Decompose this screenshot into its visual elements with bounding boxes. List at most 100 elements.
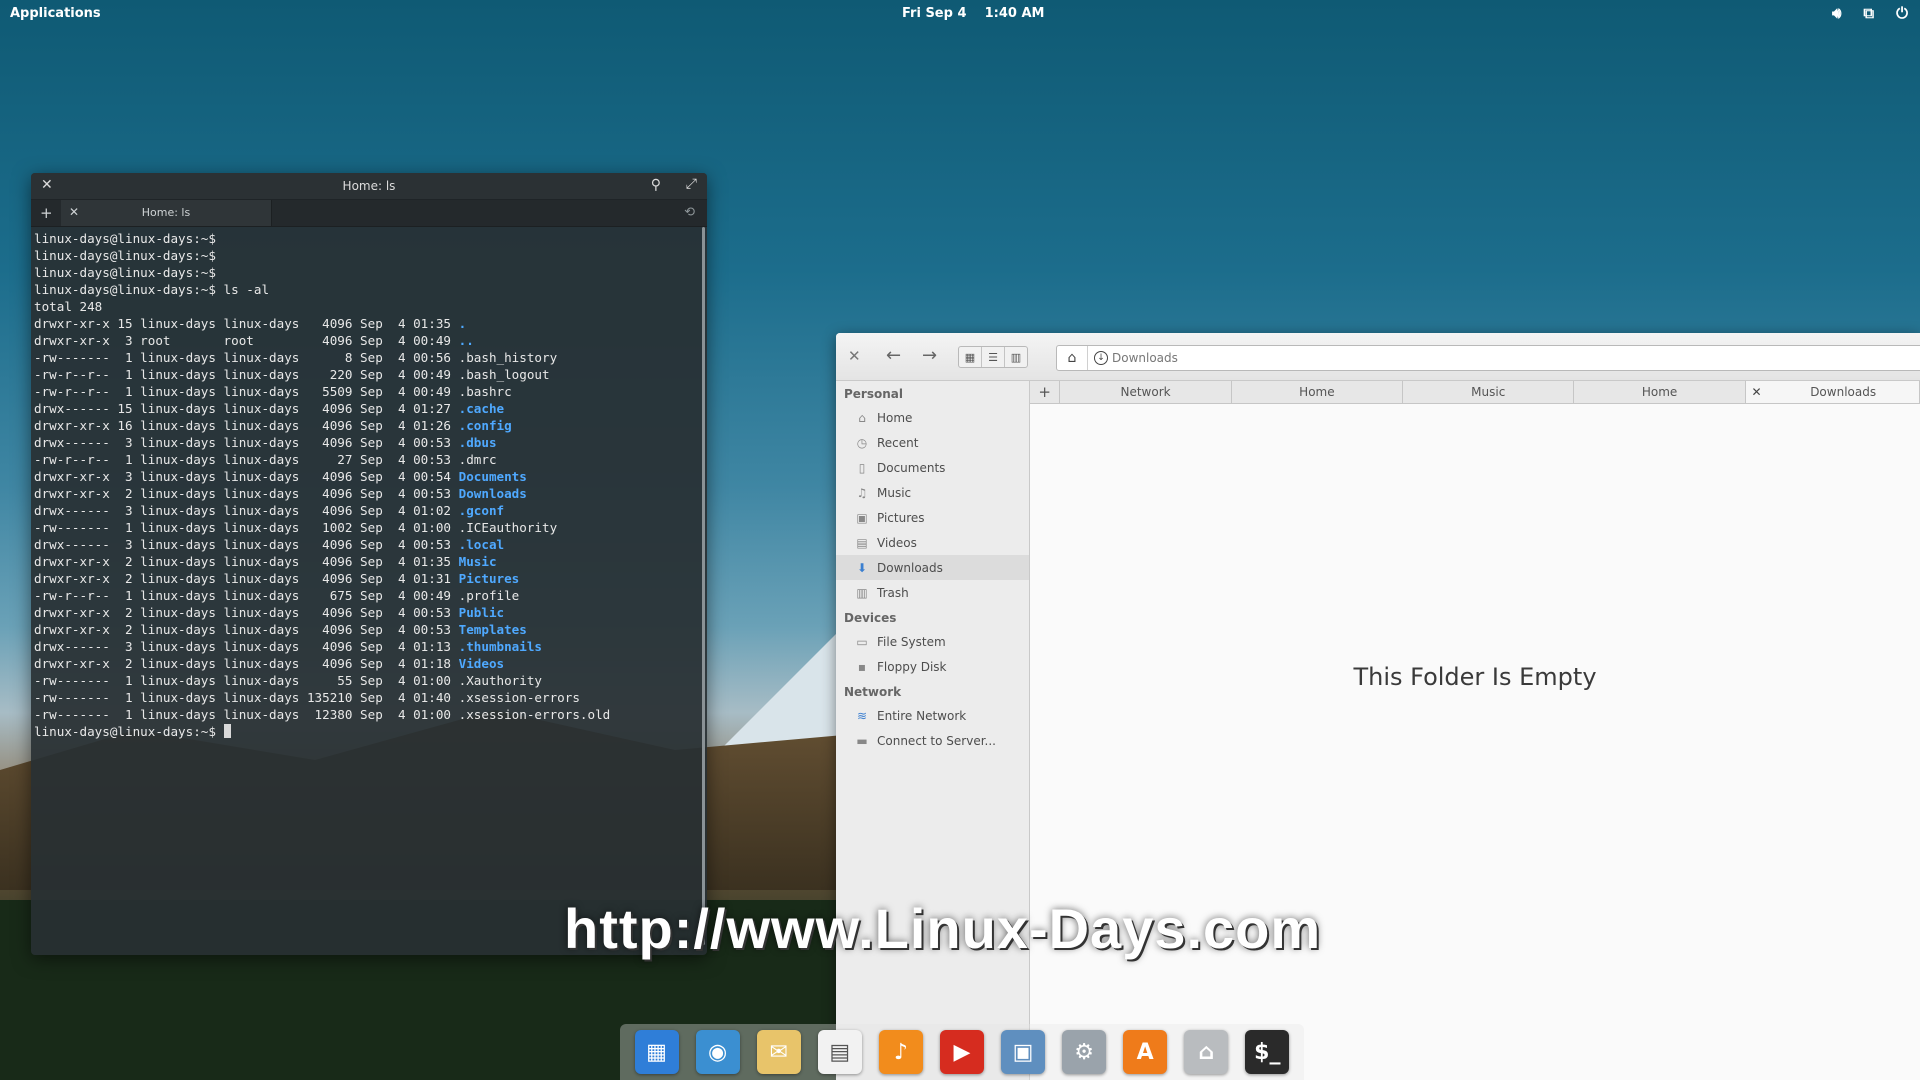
terminal-line: drwx------ 15 linux-days linux-days 4096… xyxy=(34,400,704,417)
sidebar-item-label: Recent xyxy=(877,435,919,450)
view-mode-buttons: ▦ ☰ ▥ xyxy=(958,346,1028,368)
terminal-line: drwxr-xr-x 2 linux-days linux-days 4096 … xyxy=(34,570,704,587)
file-entry-name: .xsession-errors xyxy=(458,690,580,705)
sidebar-item-floppy-disk[interactable]: ▪ Floppy Disk xyxy=(836,654,1029,679)
file-manager-window: ✕ ← → ▦ ☰ ▥ ⌂ ↓ Downloads Personal ⌂ Home… xyxy=(836,333,1920,1080)
sidebar-item-trash[interactable]: ▥ Trash xyxy=(836,580,1029,605)
sidebar-item-recent[interactable]: ◷ Recent xyxy=(836,430,1029,455)
calendar-icon[interactable]: ▤ xyxy=(817,1030,862,1074)
terminal-output[interactable]: linux-days@linux-days:~$ linux-days@linu… xyxy=(31,227,707,743)
sidebar-item-downloads[interactable]: ⬇ Downloads xyxy=(836,555,1029,580)
tab-music[interactable]: Music xyxy=(1403,381,1575,403)
sidebar-item-entire-network[interactable]: ≋ Entire Network xyxy=(836,703,1029,728)
multitasking-view-icon[interactable]: ▦ xyxy=(634,1030,679,1074)
terminal-line-text: drwx------ 3 linux-days linux-days 4096 … xyxy=(34,503,459,518)
network-icon[interactable]: ⧉ xyxy=(1863,4,1874,22)
new-tab-icon[interactable]: + xyxy=(40,204,53,222)
terminal-line-text: -rw------- 1 linux-days linux-days 8 Sep… xyxy=(34,350,459,365)
search-icon[interactable]: ⚲ xyxy=(651,177,661,193)
sidebar-section-network: Network xyxy=(844,685,902,699)
tab-network[interactable]: Network xyxy=(1060,381,1232,403)
sidebar-item-music[interactable]: ♫ Music xyxy=(836,480,1029,505)
trash-icon: ▥ xyxy=(856,585,868,600)
sidebar-item-pictures[interactable]: ▣ Pictures xyxy=(836,505,1029,530)
file-entry-name: .local xyxy=(458,537,505,552)
file-entry-name: . xyxy=(458,316,467,331)
text-cursor xyxy=(223,724,231,738)
terminal-line: drwxr-xr-x 15 linux-days linux-days 4096… xyxy=(34,315,704,332)
terminal-line: linux-days@linux-days:~$ xyxy=(34,247,704,264)
close-icon[interactable]: ✕ xyxy=(848,347,861,365)
terminal-line-text: total 248 xyxy=(34,299,103,314)
wifi-icon: ≋ xyxy=(856,708,868,723)
tab-downloads[interactable]: Downloads xyxy=(1767,381,1920,403)
sidebar-item-documents[interactable]: ▯ Documents xyxy=(836,455,1029,480)
path-segment-downloads[interactable]: ↓ Downloads xyxy=(1094,351,1178,365)
sidebar-item-label: Trash xyxy=(877,585,909,600)
terminal-line-text: drwx------ 15 linux-days linux-days 4096… xyxy=(34,401,459,416)
file-entry-name: .profile xyxy=(458,588,520,603)
sidebar-item-label: Home xyxy=(877,410,913,425)
tab-label: Home: ls xyxy=(141,206,191,219)
terminal-line: -rw------- 1 linux-days linux-days 13521… xyxy=(34,689,704,706)
sidebar-item-label: Downloads xyxy=(877,560,943,575)
history-icon[interactable]: ⟲ xyxy=(684,205,695,220)
sidebar-item-connect-to-server[interactable]: ▬ Connect to Server... xyxy=(836,728,1029,753)
terminal-line: drwxr-xr-x 3 root root 4096 Sep 4 00:49 … xyxy=(34,332,704,349)
terminal-line-text: -rw-r--r-- 1 linux-days linux-days 27 Se… xyxy=(34,452,459,467)
power-icon[interactable]: ⏻ xyxy=(1896,4,1908,22)
terminal-line-text: -rw-r--r-- 1 linux-days linux-days 5509 … xyxy=(34,384,459,399)
sidebar-item-label: Connect to Server... xyxy=(877,733,996,748)
terminal-titlebar[interactable]: ✕ Home: ls ⚲ ⤢ xyxy=(31,173,707,200)
settings-icon[interactable]: ⚙ xyxy=(1062,1030,1107,1074)
music-icon: ♫ xyxy=(856,485,868,500)
files-icon[interactable]: ⌂ xyxy=(1184,1030,1229,1074)
close-tab-icon[interactable]: ✕ xyxy=(1745,381,1768,403)
photos-icon[interactable]: ▣ xyxy=(1001,1030,1045,1074)
terminal-line-text: drwxr-xr-x 2 linux-days linux-days 4096 … xyxy=(34,605,459,620)
file-entry-name: Public xyxy=(458,605,505,620)
mail-icon[interactable]: ✉ xyxy=(756,1030,801,1074)
terminal-prompt-line[interactable]: linux-days@linux-days:~$ xyxy=(34,723,704,740)
volume-icon[interactable]: 🔊︎ xyxy=(1832,4,1841,22)
scrollbar[interactable] xyxy=(702,227,705,945)
terminal-line-text: drwx------ 3 linux-days linux-days 4096 … xyxy=(34,639,459,654)
tab-home[interactable]: Home xyxy=(1232,381,1404,403)
home-icon[interactable]: ⌂ xyxy=(1057,346,1088,370)
sidebar-item-videos[interactable]: ▤ Videos xyxy=(836,530,1029,555)
path-bar[interactable]: ⌂ ↓ Downloads xyxy=(1056,345,1920,371)
app-center-icon[interactable]: A xyxy=(1123,1030,1168,1074)
tab-home-2[interactable]: Home xyxy=(1574,381,1746,403)
download-icon: ↓ xyxy=(1094,351,1108,365)
new-tab-icon[interactable]: + xyxy=(1030,381,1061,403)
file-entry-name: .Xauthority xyxy=(458,673,543,688)
web-browser-icon[interactable]: ◉ xyxy=(695,1030,740,1074)
terminal-line: drwx------ 3 linux-days linux-days 4096 … xyxy=(34,434,704,451)
list-view-icon[interactable]: ☰ xyxy=(982,347,1005,367)
terminal-line-text: -rw------- 1 linux-days linux-days 1002 … xyxy=(34,520,459,535)
terminal-line-text: drwxr-xr-x 2 linux-days linux-days 4096 … xyxy=(34,486,459,501)
music-player-icon[interactable]: ♪ xyxy=(878,1030,923,1074)
file-entry-name: .dbus xyxy=(458,435,497,450)
terminal-window: ✕ Home: ls ⚲ ⤢ + ✕ Home: ls ⟲ linux-days… xyxy=(31,173,707,955)
video-player-icon[interactable]: ▶ xyxy=(939,1030,984,1074)
clock[interactable]: Fri Sep 4 1:40 AM xyxy=(902,6,1044,21)
maximize-icon[interactable]: ⤢ xyxy=(686,176,697,192)
terminal-line: -rw------- 1 linux-days linux-days 8 Sep… xyxy=(34,349,704,366)
sidebar-item-label: File System xyxy=(877,634,946,649)
terminal-tab[interactable]: ✕ Home: ls xyxy=(61,200,272,226)
terminal-line: drwxr-xr-x 2 linux-days linux-days 4096 … xyxy=(34,655,704,672)
column-view-icon[interactable]: ▥ xyxy=(1005,347,1027,367)
sidebar-item-home[interactable]: ⌂ Home xyxy=(836,405,1029,430)
terminal-icon[interactable]: $_ xyxy=(1245,1030,1290,1074)
document-icon: ▯ xyxy=(858,460,866,475)
grid-view-icon[interactable]: ▦ xyxy=(959,347,982,367)
applications-menu[interactable]: Applications xyxy=(10,6,101,21)
terminal-line-text: drwx------ 3 linux-days linux-days 4096 … xyxy=(34,435,459,450)
forward-icon[interactable]: → xyxy=(922,345,937,366)
file-entry-name: Documents xyxy=(458,469,527,484)
top-panel: Applications Fri Sep 4 1:40 AM 🔊︎ ⧉ ⏻ xyxy=(0,0,1920,28)
back-icon[interactable]: ← xyxy=(886,345,901,366)
sidebar-item-file-system[interactable]: ▭ File System xyxy=(836,629,1029,654)
terminal-line: drwx------ 3 linux-days linux-days 4096 … xyxy=(34,638,704,655)
